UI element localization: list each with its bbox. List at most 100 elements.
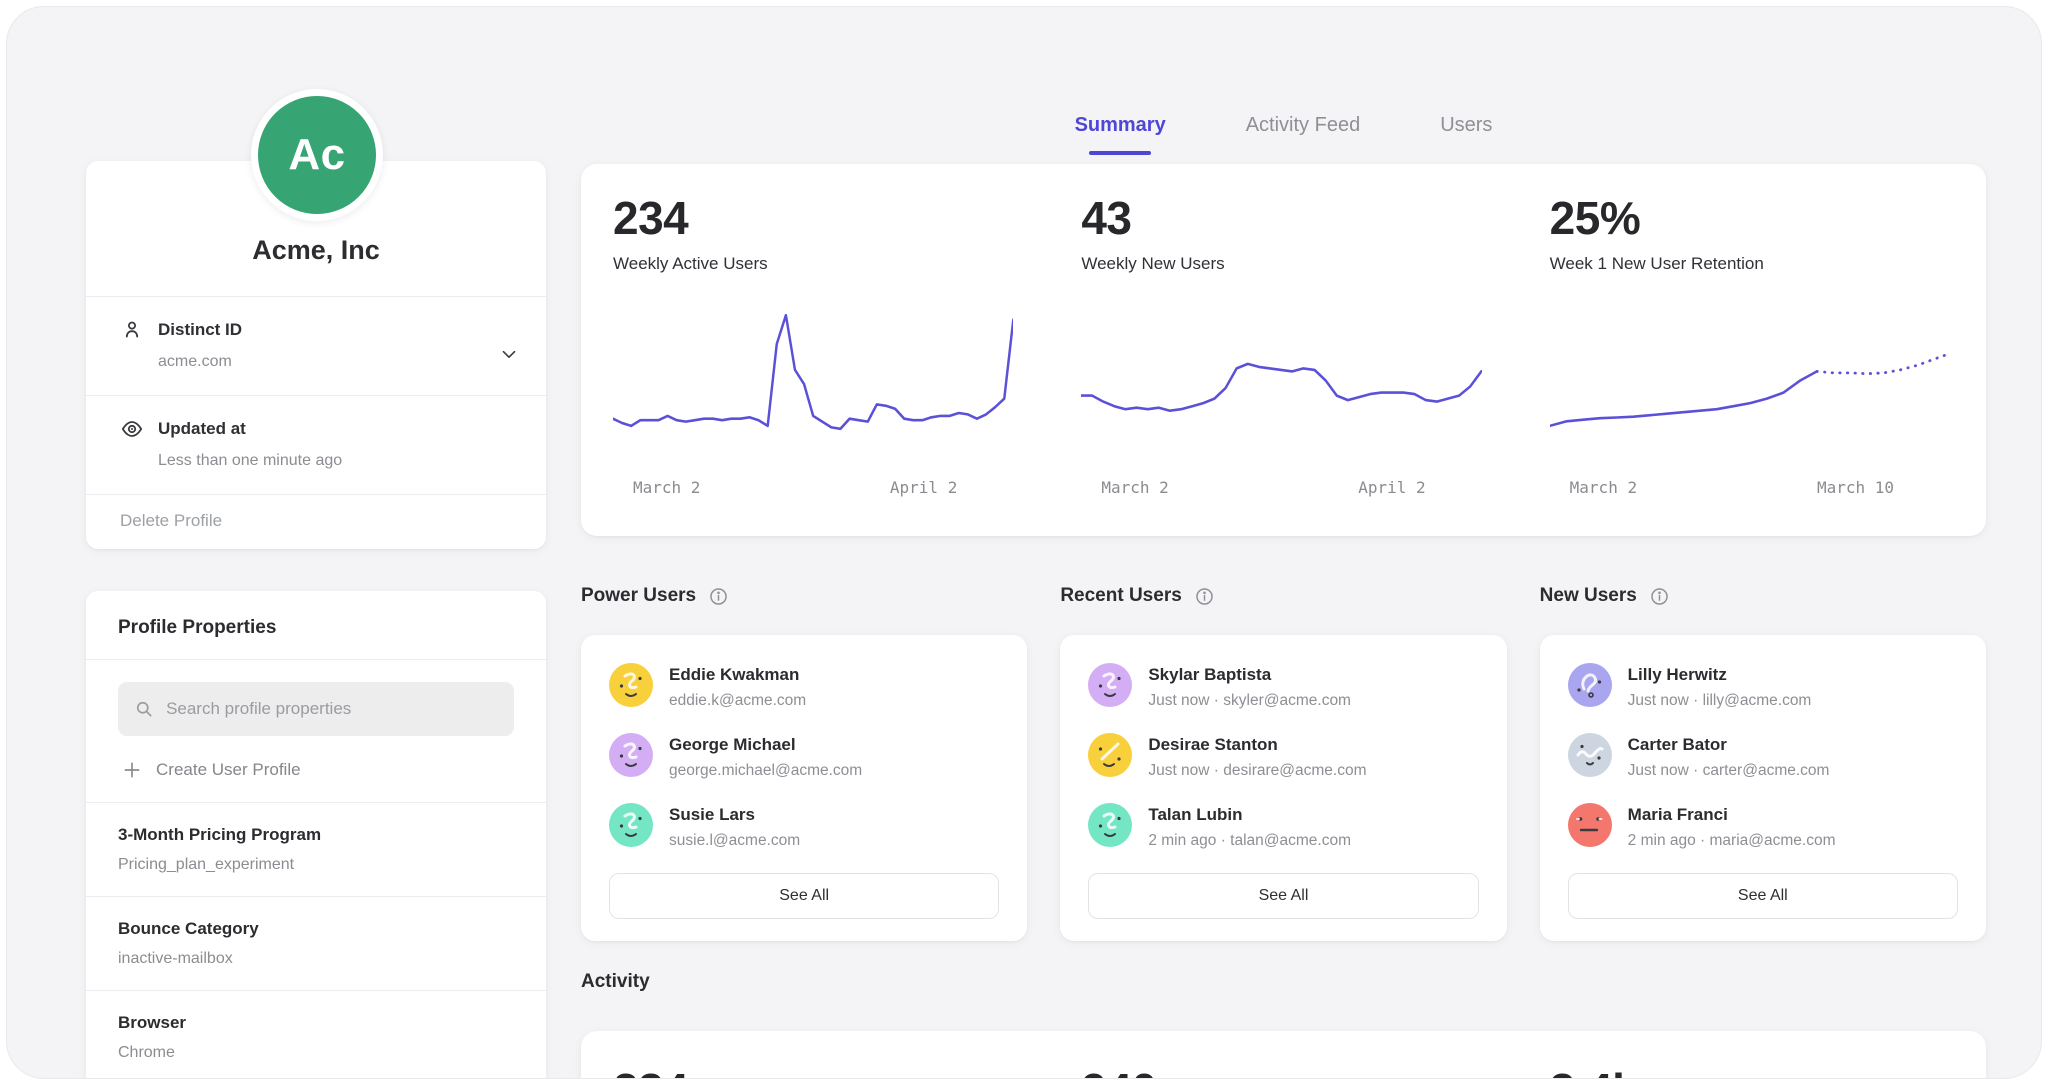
user-name: Carter Bator — [1628, 733, 1830, 755]
chart-x-axis: March 2 April 2 — [613, 466, 1013, 497]
distinct-id-row[interactable]: Distinct ID acme.com — [86, 296, 546, 395]
profile-tabs: Summary Activity Feed Users — [581, 111, 1986, 155]
summary-stats-card: 234 Weekly Active Users March 2 April 2 … — [581, 164, 1986, 536]
property-value: inactive-mailbox — [118, 950, 514, 968]
stat-value: 43 — [1081, 192, 1481, 244]
new-users-section: New Users Lilly Herwitz — [1540, 585, 1986, 941]
person-icon — [120, 318, 144, 342]
avatar — [1088, 663, 1132, 707]
user-name: George Michael — [669, 733, 862, 755]
axis-label-end: March 10 — [1817, 478, 1894, 497]
axis-label-end: April 2 — [890, 478, 957, 497]
plus-icon — [122, 760, 142, 780]
stat-value: 234 — [613, 192, 1013, 244]
recent-users-section: Recent Users Skylar Baptista — [1060, 585, 1506, 941]
activity-stat: 3.4k — [1518, 1063, 1986, 1079]
user-detail: Just now · carter@acme.com — [1628, 762, 1830, 780]
user-name: Talan Lubin — [1148, 803, 1351, 825]
create-user-profile-button[interactable]: Create User Profile — [122, 760, 514, 780]
recent-users-card: Skylar Baptista Just now · skyler@acme.c… — [1060, 635, 1506, 941]
user-row[interactable]: George Michael george.michael@acme.com — [609, 733, 999, 780]
stat-label: Weekly Active Users — [613, 254, 1013, 274]
see-all-button[interactable]: See All — [1088, 873, 1478, 919]
property-row-browser[interactable]: Browser Chrome — [86, 990, 546, 1079]
chevron-down-icon[interactable] — [498, 343, 520, 365]
user-name: Lilly Herwitz — [1628, 663, 1812, 685]
user-detail: 2 min ago · maria@acme.com — [1628, 832, 1836, 850]
activity-stat: 940 — [1049, 1063, 1517, 1079]
stat-label: Week 1 New User Retention — [1550, 254, 1950, 274]
user-detail: Just now · skyler@acme.com — [1148, 692, 1351, 710]
recent-users-title: Recent Users — [1060, 585, 1181, 607]
company-avatar-initials: Ac — [288, 130, 345, 180]
power-users-section: Power Users Eddie Kwakman — [581, 585, 1027, 941]
profile-properties-card: Profile Properties Create User Profile 3… — [86, 591, 546, 1079]
property-name: Browser — [118, 1013, 514, 1033]
updated-at-label: Updated at — [158, 419, 246, 439]
see-all-button[interactable]: See All — [1568, 873, 1958, 919]
distinct-id-label: Distinct ID — [158, 320, 242, 340]
info-icon[interactable] — [1649, 586, 1670, 607]
user-row[interactable]: Desirae Stanton Just now · desirare@acme… — [1088, 733, 1478, 780]
user-lists-row: Power Users Eddie Kwakman — [581, 585, 1986, 941]
profile-properties-title: Profile Properties — [86, 591, 546, 659]
avatar — [609, 733, 653, 777]
stat-value: 25% — [1550, 192, 1950, 244]
week1-retention-chart — [1550, 301, 1950, 466]
avatar — [1088, 733, 1132, 777]
info-icon[interactable] — [708, 586, 729, 607]
user-row[interactable]: Susie Lars susie.l@acme.com — [609, 803, 999, 850]
activity-card: 234 940 3.4k — [581, 1031, 1986, 1079]
avatar — [1088, 803, 1132, 847]
power-users-card: Eddie Kwakman eddie.k@acme.com George Mi… — [581, 635, 1027, 941]
axis-label-end: April 2 — [1358, 478, 1425, 497]
profile-properties-search[interactable] — [118, 682, 514, 736]
property-row-bounce-category[interactable]: Bounce Category inactive-mailbox — [86, 896, 546, 990]
tab-summary[interactable]: Summary — [1075, 111, 1166, 155]
user-detail: Just now · lilly@acme.com — [1628, 692, 1812, 710]
delete-profile-button[interactable]: Delete Profile — [86, 494, 546, 549]
user-row[interactable]: Eddie Kwakman eddie.k@acme.com — [609, 663, 999, 710]
distinct-id-value: acme.com — [158, 353, 490, 371]
user-row[interactable]: Carter Bator Just now · carter@acme.com — [1568, 733, 1958, 780]
new-users-card: Lilly Herwitz Just now · lilly@acme.com … — [1540, 635, 1986, 941]
weekly-new-users-chart — [1081, 301, 1481, 466]
search-input[interactable] — [166, 699, 498, 719]
user-detail: eddie.k@acme.com — [669, 692, 806, 710]
user-name: Susie Lars — [669, 803, 800, 825]
user-row[interactable]: Talan Lubin 2 min ago · talan@acme.com — [1088, 803, 1478, 850]
avatar — [609, 803, 653, 847]
axis-label-start: March 2 — [1101, 478, 1168, 497]
updated-at-row: Updated at Less than one minute ago — [86, 395, 546, 494]
new-users-title: New Users — [1540, 585, 1637, 607]
property-row-pricing-program[interactable]: 3-Month Pricing Program Pricing_plan_exp… — [86, 802, 546, 896]
eye-icon — [120, 417, 144, 441]
property-name: Bounce Category — [118, 919, 514, 939]
power-users-title: Power Users — [581, 585, 696, 607]
chart-x-axis: March 2 March 10 — [1550, 466, 1950, 497]
user-row[interactable]: Skylar Baptista Just now · skyler@acme.c… — [1088, 663, 1478, 710]
tab-activity-feed[interactable]: Activity Feed — [1246, 111, 1360, 155]
property-value: Chrome — [118, 1044, 514, 1062]
user-detail: Just now · desirare@acme.com — [1148, 762, 1366, 780]
search-icon — [134, 698, 154, 720]
divider — [86, 659, 546, 660]
user-row[interactable]: Maria Franci 2 min ago · maria@acme.com — [1568, 803, 1958, 850]
user-row[interactable]: Lilly Herwitz Just now · lilly@acme.com — [1568, 663, 1958, 710]
avatar — [1568, 733, 1612, 777]
weekly-active-users-chart — [613, 301, 1013, 466]
activity-section-title: Activity — [581, 971, 650, 993]
property-value: Pricing_plan_experiment — [118, 856, 514, 874]
stat-label: Weekly New Users — [1081, 254, 1481, 274]
user-name: Maria Franci — [1628, 803, 1836, 825]
user-detail: 2 min ago · talan@acme.com — [1148, 832, 1351, 850]
stat-week1-retention: 25% Week 1 New User Retention March 2 Ma… — [1518, 164, 1986, 536]
see-all-button[interactable]: See All — [609, 873, 999, 919]
user-detail: susie.l@acme.com — [669, 832, 800, 850]
dashboard-frame: Ac Acme, Inc Distinct ID acme.com — [6, 6, 2042, 1079]
info-icon[interactable] — [1194, 586, 1215, 607]
axis-label-start: March 2 — [1570, 478, 1637, 497]
tab-users[interactable]: Users — [1440, 111, 1492, 155]
stat-weekly-new-users: 43 Weekly New Users March 2 April 2 — [1049, 164, 1517, 536]
user-name: Eddie Kwakman — [669, 663, 806, 685]
